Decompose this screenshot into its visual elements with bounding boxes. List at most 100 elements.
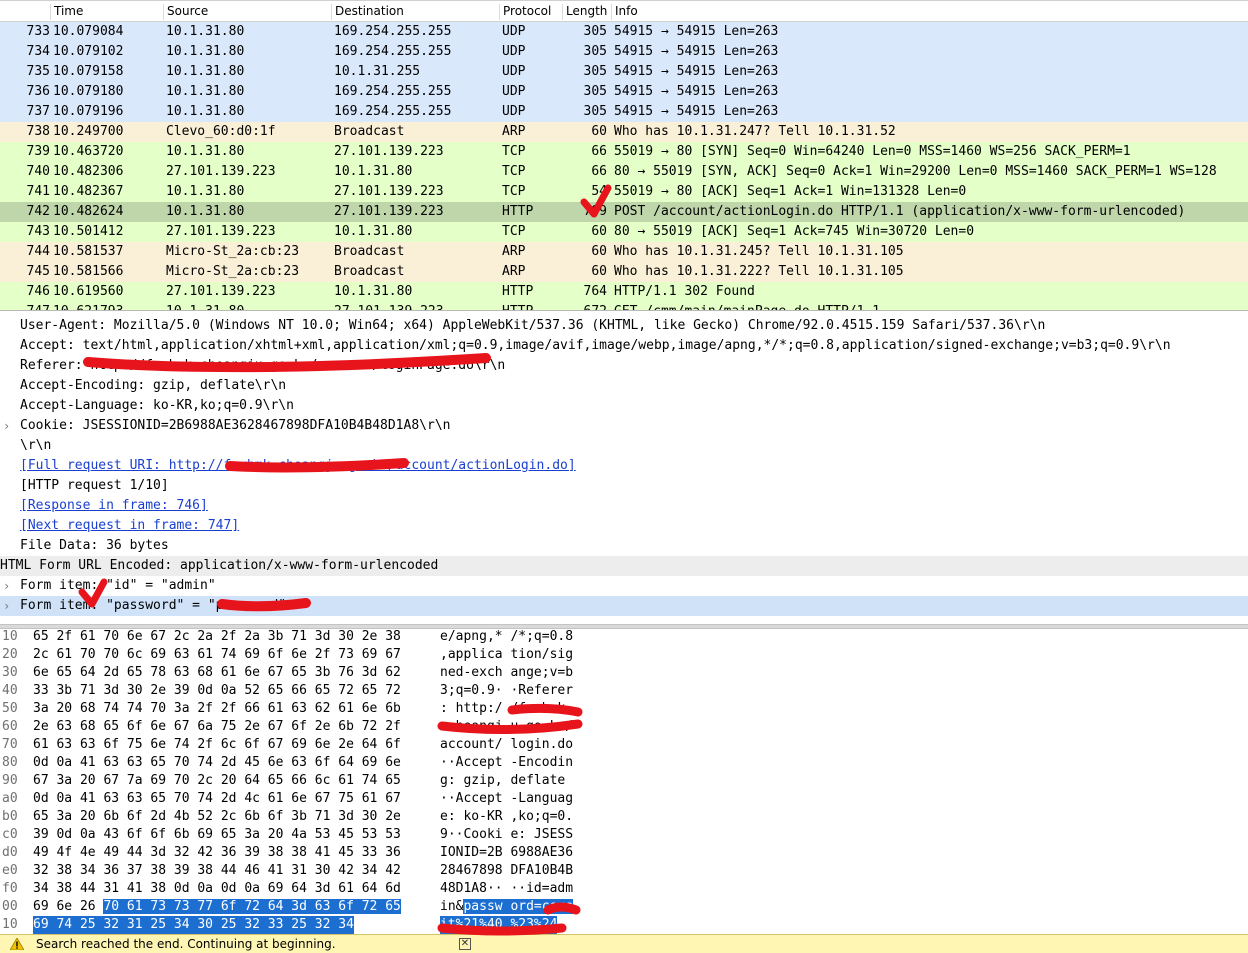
detail-line[interactable]: User-Agent: Mozilla/5.0 (Windows NT 10.0… [0,316,1248,336]
packet-row[interactable]: 746 10.619560 27.101.139.223 10.1.31.80 HTTP… [0,282,1248,302]
byte-offset[interactable]: b0 [2,808,18,826]
packet-row[interactable]: 736 10.079180 10.1.31.80 169.254.255.255 UDP… [0,82,1248,102]
byte-offset[interactable]: f0 [2,880,18,898]
byte-hex[interactable]: 3a 20 68 74 74 70 3a 2f 2f 66 61 63 62 6… [33,700,401,718]
byte-ascii[interactable]: e: ko-KR ,ko;q=0. [440,808,573,826]
detail-line[interactable]: File Data: 36 bytes [0,536,1248,556]
close-icon[interactable]: ✕ [459,938,471,950]
byte-ascii[interactable]: IONID=2B 6988AE36 [440,844,573,862]
byte-ascii[interactable]: ned-exch ange;v=b [440,664,573,682]
expand-arrow-icon[interactable]: › [3,596,10,616]
byte-offset[interactable]: c0 [2,826,18,844]
detail-line[interactable]: [Next request in frame: 747] [0,516,1248,536]
packet-row[interactable]: 737 10.079196 10.1.31.80 169.254.255.255 UDP… [0,102,1248,122]
detail-line[interactable]: [Full request URI: http://fmwhmk.cheangj… [0,456,1248,476]
packet-length: 305 [583,24,607,39]
packet-no: 745 [26,264,50,279]
byte-hex-selected[interactable]: 69 74 25 32 31 25 34 30 25 32 33 25 32 3… [33,916,354,934]
packet-row[interactable]: 741 10.482367 10.1.31.80 27.101.139.223 TCP 5… [0,182,1248,202]
byte-hex[interactable]: 65 3a 20 6b 6f 2d 4b 52 2c 6b 6f 3b 71 3… [33,808,401,826]
detail-line[interactable]: [HTTP request 1/10] [0,476,1248,496]
byte-hex[interactable]: 0d 0a 41 63 63 65 70 74 2d 45 6e 63 6f 6… [33,754,401,772]
byte-ascii[interactable]: 48D1A8·· ··id=adm [440,880,573,898]
byte-hex[interactable]: 67 3a 20 67 7a 69 70 2c 20 64 65 66 6c 6… [33,772,401,790]
byte-hex[interactable]: 33 3b 71 3d 30 2e 39 0d 0a 52 65 66 65 7… [33,682,401,700]
detail-line[interactable]: HTML Form URL Encoded: application/x-www… [0,556,1248,576]
packet-row[interactable]: 733 10.079084 10.1.31.80 169.254.255.255 UDP… [0,22,1248,42]
byte-offset[interactable]: e0 [2,862,18,880]
column-header-no[interactable] [0,4,49,20]
byte-offset[interactable]: 60 [2,718,18,736]
byte-offset[interactable]: 10 [2,628,18,646]
byte-hex[interactable]: 49 4f 4e 49 44 3d 32 42 36 39 38 38 41 4… [33,844,401,862]
byte-hex[interactable]: 61 63 63 6f 75 6e 74 2f 6c 6f 67 69 6e 2… [33,736,401,754]
byte-hex-selected[interactable]: 70 61 73 73 77 6f 72 64 3d 63 6f 72 65 [103,899,401,914]
detail-link[interactable]: [Full request URI: http://fmwhmk.cheangj… [20,456,576,476]
column-header-protocol[interactable]: Protocol [499,4,551,20]
packet-no: 739 [26,144,50,159]
column-header-destination[interactable]: Destination [331,4,404,20]
detail-line[interactable]: › Cookie: JSESSIONID=2B6988AE3628467898DF… [0,416,1248,436]
packet-row[interactable]: 740 10.482306 27.101.139.223 10.1.31.80 TCP 6… [0,162,1248,182]
byte-ascii[interactable]: account/ login.do [440,736,573,754]
byte-ascii[interactable]: 3;q=0.9· ·Referer [440,682,573,700]
packet-row[interactable]: 734 10.079102 10.1.31.80 169.254.255.255 UDP… [0,42,1248,62]
packet-row[interactable]: 745 10.581566 Micro-St_2a:cb:23 Broadcast AR… [0,262,1248,282]
byte-hex[interactable]: 65 2f 61 70 6e 67 2c 2a 2f 2a 3b 71 3d 3… [33,628,401,646]
detail-line[interactable]: Accept-Encoding: gzip, deflate\r\n [0,376,1248,396]
byte-hex[interactable]: 0d 0a 41 63 63 65 70 74 2d 4c 61 6e 67 7… [33,790,401,808]
detail-line[interactable]: › Form item: "id" = "admin" [0,576,1248,596]
byte-ascii[interactable]: : http:/ /fmwhmk. [440,700,573,718]
expand-arrow-icon[interactable]: › [3,416,10,436]
column-header-source[interactable]: Source [163,4,208,20]
detail-line[interactable]: › Form item: "password" = "password" [0,596,1248,616]
column-header-info[interactable]: Info [611,4,638,20]
byte-ascii-selected[interactable]: passw ord=core [463,899,574,914]
byte-hex[interactable]: 2c 61 70 70 6c 69 63 61 74 69 6f 6e 2f 7… [33,646,401,664]
detail-line[interactable]: \r\n [0,436,1248,456]
byte-offset[interactable]: 70 [2,736,18,754]
detail-link[interactable]: [Next request in frame: 747] [20,516,239,536]
expand-arrow-icon[interactable]: › [3,576,10,596]
packet-no: 744 [26,244,50,259]
byte-offset[interactable]: 40 [2,682,18,700]
packet-row[interactable]: 739 10.463720 10.1.31.80 27.101.139.223 TCP 6… [0,142,1248,162]
byte-offset[interactable]: 90 [2,772,18,790]
byte-ascii[interactable]: .cheongj u.go.kr/ [440,718,573,736]
byte-offset[interactable]: d0 [2,844,18,862]
byte-hex[interactable]: 6e 65 64 2d 65 78 63 68 61 6e 67 65 3b 7… [33,664,401,682]
packet-row[interactable]: 744 10.581537 Micro-St_2a:cb:23 Broadcast AR… [0,242,1248,262]
packet-bytes-pane[interactable]: 10 65 2f 61 70 6e 67 2c 2a 2f 2a 3b 71 3d… [0,628,1248,934]
byte-ascii[interactable]: ··Accept -Encodin [440,754,573,772]
byte-offset[interactable]: a0 [2,790,18,808]
byte-ascii-selected[interactable]: it%21%40 %23%24 [440,916,558,934]
byte-ascii[interactable]: 28467898 DFA10B4B [440,862,573,880]
detail-line[interactable]: Accept: text/html,application/xhtml+xml,… [0,336,1248,356]
column-header-length[interactable]: Length [562,4,607,20]
byte-ascii[interactable]: ,applica tion/sig [440,646,573,664]
byte-ascii[interactable]: ··Accept -Languag [440,790,573,808]
packet-list-pane[interactable]: Time Source Destination Protocol Length … [0,0,1248,311]
column-header-time[interactable]: Time [50,4,83,20]
packet-row[interactable]: 735 10.079158 10.1.31.80 10.1.31.255 UDP 305 5… [0,62,1248,82]
byte-hex[interactable]: 2e 63 68 65 6f 6e 67 6a 75 2e 67 6f 2e 6… [33,718,401,736]
packet-row[interactable]: 742 10.482624 10.1.31.80 27.101.139.223 HTTP… [0,202,1248,222]
byte-hex[interactable]: 32 38 34 36 37 38 39 38 44 46 41 31 30 4… [33,862,401,880]
byte-offset[interactable]: 80 [2,754,18,772]
byte-ascii[interactable]: 9··Cooki e: JSESS [440,826,573,844]
byte-offset[interactable]: 30 [2,664,18,682]
byte-ascii[interactable]: g: gzip, deflate [440,772,565,790]
packet-row[interactable]: 74710.621793 10.1.31.80 27.101.139.223 HTTP… [0,302,1248,310]
byte-ascii[interactable]: e/apng,* /*;q=0.8 [440,628,573,646]
packet-row[interactable]: 743 10.501412 27.101.139.223 10.1.31.80 TCP 6… [0,222,1248,242]
detail-line[interactable]: [Response in frame: 746] [0,496,1248,516]
byte-hex[interactable]: 39 0d 0a 43 6f 6f 6b 69 65 3a 20 4a 53 4… [33,826,401,844]
detail-line[interactable]: Accept-Language: ko-KR,ko;q=0.9\r\n [0,396,1248,416]
packet-details-pane[interactable]: User-Agent: Mozilla/5.0 (Windows NT 10.0… [0,316,1248,622]
detail-link[interactable]: [Response in frame: 746] [20,496,208,516]
byte-hex[interactable]: 34 38 44 31 41 38 0d 0a 0d 0a 69 64 3d 6… [33,880,401,898]
packet-row[interactable]: 738 10.249700 Clevo_60:d0:1f Broadcast ARP 60… [0,122,1248,142]
byte-offset[interactable]: 50 [2,700,18,718]
detail-line[interactable]: Referer: http://fmwhmk.cheangju.go.kr/ac… [0,356,1248,376]
byte-offset[interactable]: 20 [2,646,18,664]
